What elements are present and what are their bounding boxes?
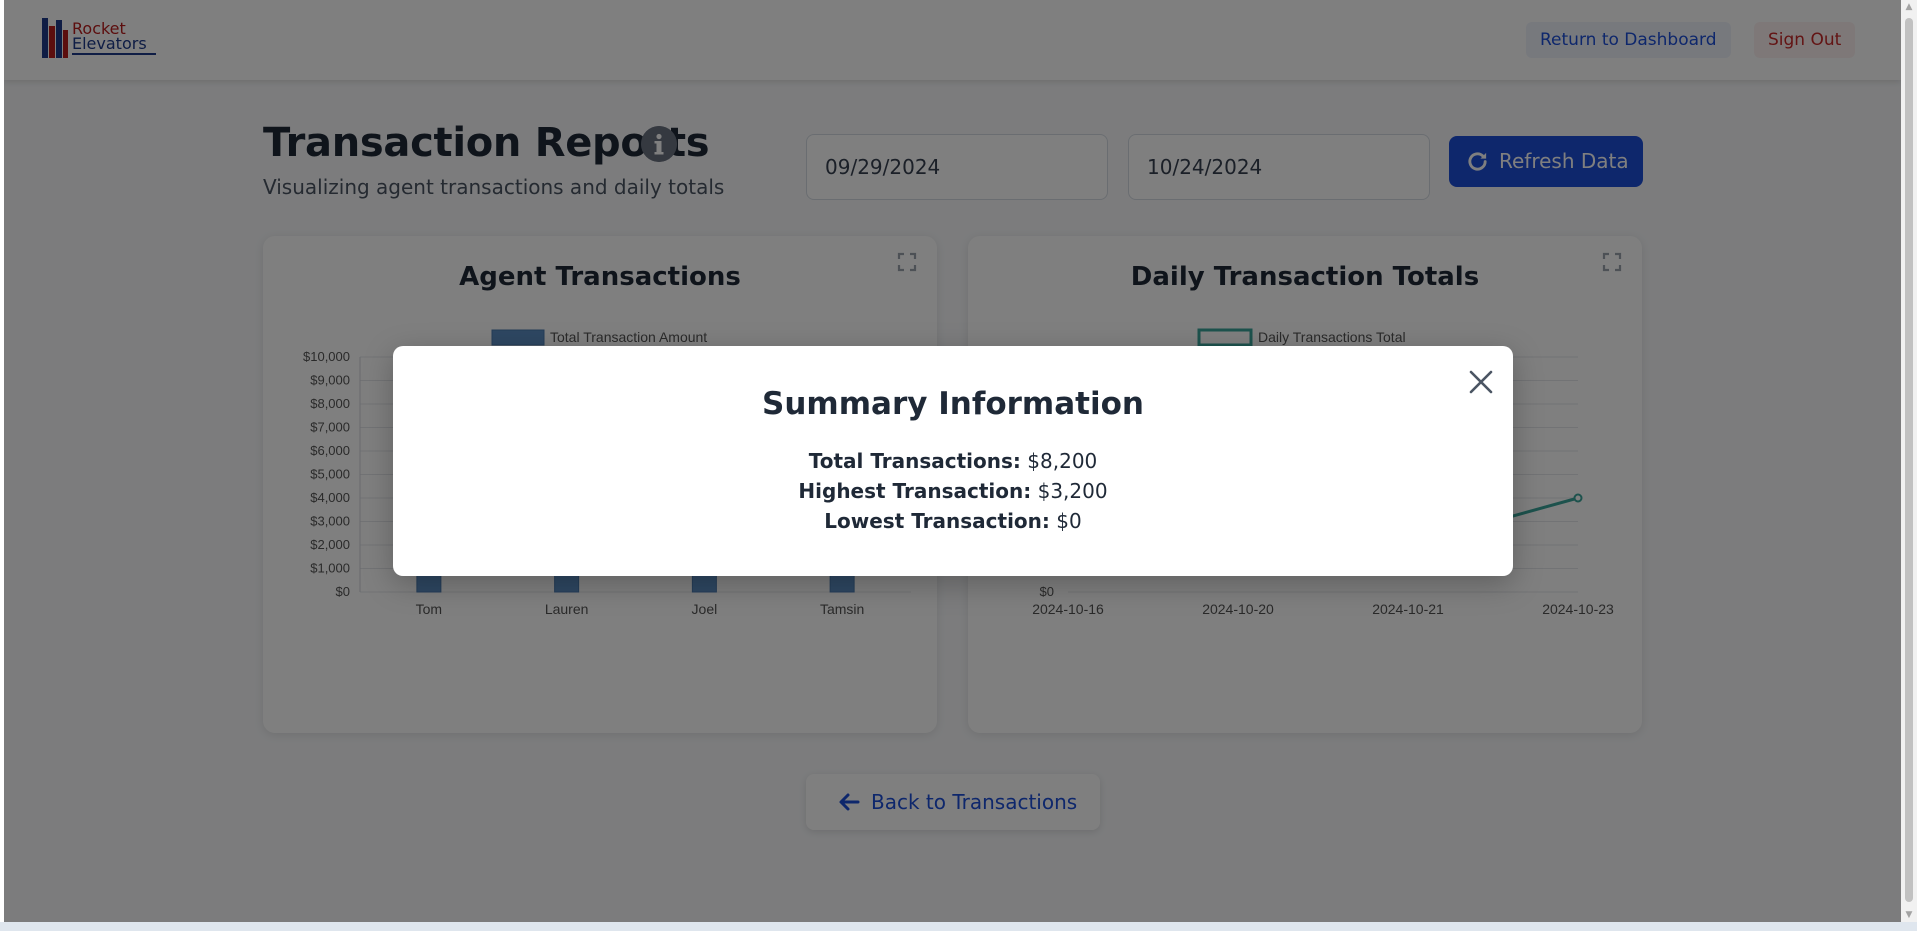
bottom-edge xyxy=(0,922,1917,931)
page: Rocket Elevators Return to Dashboard Sig… xyxy=(4,0,1901,922)
highest-transaction-label: Highest Transaction: xyxy=(798,479,1032,503)
summary-modal: Summary Information Total Transactions: … xyxy=(393,346,1513,576)
total-transactions-row: Total Transactions: $8,200 xyxy=(393,449,1513,473)
scrollbar-thumb[interactable] xyxy=(1905,18,1913,902)
lowest-transaction-label: Lowest Transaction: xyxy=(824,509,1050,533)
total-transactions-label: Total Transactions: xyxy=(808,449,1021,473)
scroll-down-icon[interactable]: ▼ xyxy=(1904,910,1914,920)
modal-title: Summary Information xyxy=(762,386,1144,422)
highest-transaction-value: $3,200 xyxy=(1037,479,1108,503)
vertical-scrollbar[interactable]: ▲ ▼ xyxy=(1901,0,1917,922)
highest-transaction-row: Highest Transaction: $3,200 xyxy=(393,479,1513,503)
scroll-up-icon[interactable]: ▲ xyxy=(1904,2,1914,12)
lowest-transaction-row: Lowest Transaction: $0 xyxy=(393,509,1513,533)
lowest-transaction-value: $0 xyxy=(1056,509,1082,533)
total-transactions-value: $8,200 xyxy=(1027,449,1098,473)
